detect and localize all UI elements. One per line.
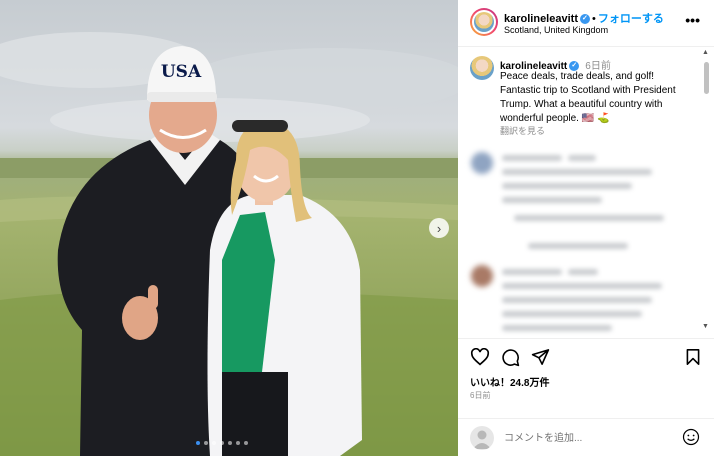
cap-text: USA (161, 62, 202, 82)
scroll-up-icon[interactable]: ▲ (702, 49, 709, 56)
post-time[interactable]: 6日前 (470, 390, 490, 401)
author-line: karolineleavitt ✓ • フォローする (504, 10, 664, 26)
scroll-down-icon[interactable]: ▼ (702, 323, 709, 330)
heart-icon[interactable] (470, 348, 490, 366)
comment-avatar (471, 265, 493, 287)
add-comment-bar (458, 418, 714, 456)
post-sidebar: karolineleavitt ✓ • フォローする Scotland, United… (458, 0, 714, 456)
carousel-dot (220, 441, 224, 445)
photo-illustration: USA (0, 32, 458, 456)
scrollbar-thumb[interactable] (704, 62, 709, 94)
post-location[interactable]: Scotland, United Kingdom (504, 25, 608, 35)
emoji-icon[interactable] (682, 428, 700, 446)
user-avatar-icon (470, 426, 494, 450)
save-bookmark-icon[interactable] (685, 348, 701, 366)
share-icon[interactable] (531, 348, 550, 366)
chevron-right-icon: › (436, 220, 442, 236)
next-photo-button[interactable]: › (429, 218, 449, 238)
verified-badge-icon: ✓ (579, 14, 590, 25)
carousel-dot (204, 441, 208, 445)
instagram-post-viewer: USA › karolineleavitt ✓ • フォローする Scotlan… (0, 0, 714, 456)
carousel-dot (244, 441, 248, 445)
comments-scroll-area[interactable]: karolineleavitt ✓ 6日前 Peace deals, trade d… (458, 47, 714, 337)
carousel-dot (236, 441, 240, 445)
carousel-dot (228, 441, 232, 445)
author-username[interactable]: karolineleavitt (504, 13, 578, 25)
author-avatar[interactable] (470, 8, 498, 36)
comment-input[interactable] (504, 429, 674, 447)
likes-count[interactable]: いいね！24.8万件 (470, 374, 549, 389)
carousel-dot (196, 441, 200, 445)
post-header: karolineleavitt ✓ • フォローする Scotland, United… (458, 0, 714, 47)
comment-icon[interactable] (501, 348, 520, 367)
more-options-icon[interactable]: ••• (685, 12, 700, 28)
blurred-comment (458, 47, 714, 337)
separator: • (591, 13, 596, 25)
carousel-indicator (196, 441, 248, 445)
post-photo[interactable]: USA › (0, 0, 458, 456)
follow-button[interactable]: フォローする (598, 13, 664, 25)
carousel-dot (212, 441, 216, 445)
